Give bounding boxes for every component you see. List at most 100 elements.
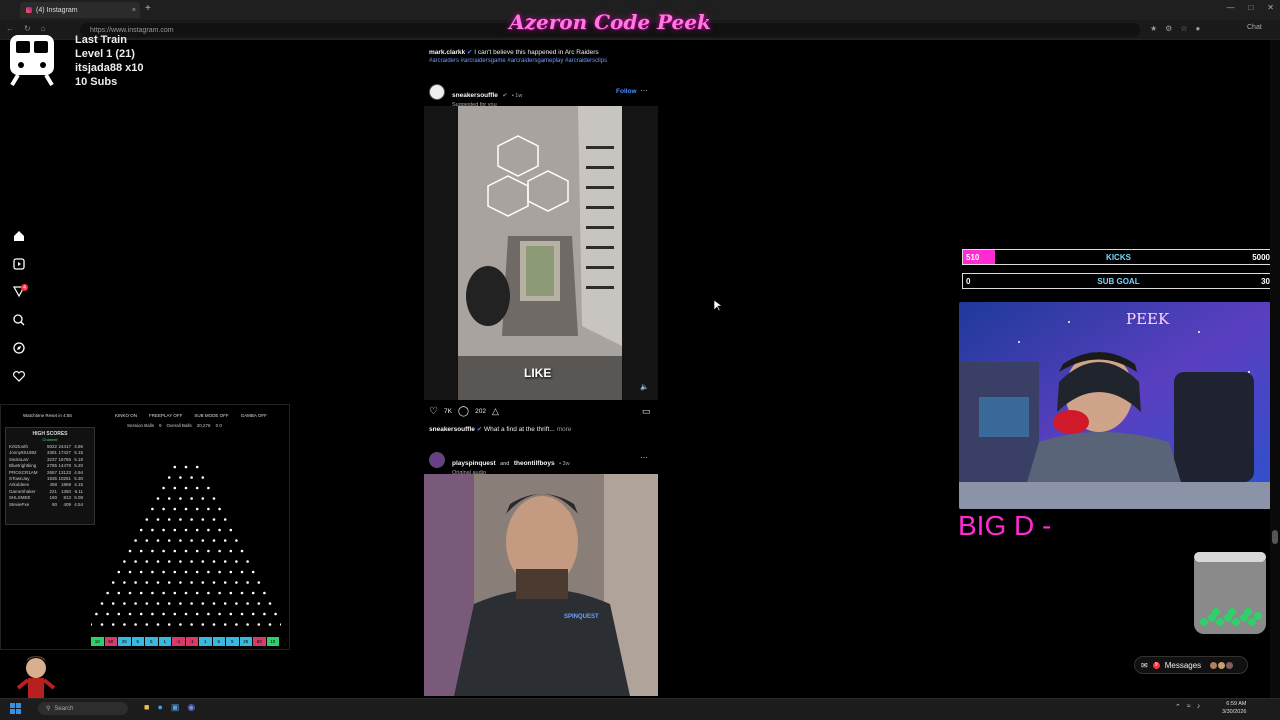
plinko-peg	[229, 549, 233, 553]
home-nav-icon[interactable]: ⌂	[41, 24, 46, 33]
plinko-peg	[184, 549, 188, 553]
post-username[interactable]: playspinquest	[452, 460, 496, 467]
like-icon[interactable]: ♡	[429, 406, 438, 417]
favorites-icon[interactable]: ☆	[1180, 24, 1187, 33]
plinko-peg	[162, 591, 165, 595]
heart-icon[interactable]	[12, 369, 26, 383]
more-options-icon[interactable]: ···	[640, 453, 648, 462]
discord-icon[interactable]: ◉	[187, 702, 195, 713]
plinko-peg	[223, 581, 227, 584]
avatar[interactable]	[429, 452, 445, 468]
close-window-icon[interactable]: ✕	[1267, 3, 1274, 12]
plinko-peg	[162, 507, 165, 511]
plinko-peg	[179, 518, 182, 521]
plinko-slot: 50	[253, 637, 266, 646]
star-icon[interactable]: ★	[1150, 24, 1157, 33]
tray-chevron-icon[interactable]: ⌃	[1175, 703, 1181, 711]
messages-button[interactable]: ✉ 9 Messages	[1134, 656, 1248, 674]
plinko-peg	[145, 560, 149, 563]
plinko-peg	[223, 560, 227, 563]
plinko-peg	[212, 539, 216, 542]
plinko-slot: 5	[212, 637, 225, 646]
overall-balls-label: Overall Balls	[166, 423, 192, 428]
scrollbar-thumb[interactable]	[1272, 530, 1278, 544]
plinko-peg	[207, 591, 210, 595]
save-icon[interactable]: ▭	[642, 406, 651, 417]
plinko-peg	[151, 549, 154, 553]
home-icon[interactable]	[12, 229, 26, 243]
plinko-slot: 50	[104, 637, 117, 646]
plinko-peg	[184, 465, 188, 469]
notifications-nav[interactable]: 4	[12, 284, 28, 300]
avatar[interactable]	[429, 84, 445, 100]
plinko-peg	[179, 560, 182, 563]
plinko-peg	[156, 518, 160, 521]
new-tab-button[interactable]: +	[145, 3, 151, 14]
plinko-peg	[207, 528, 210, 532]
chrome-icon[interactable]: ●	[157, 702, 162, 713]
post-media[interactable]: SPINQUEST	[424, 474, 658, 696]
page-scrollbar[interactable]	[1270, 40, 1280, 700]
file-explorer-icon[interactable]: ■	[144, 702, 149, 713]
follow-button[interactable]: Follow	[616, 88, 637, 95]
comment-icon[interactable]: ◯	[458, 406, 469, 417]
post-username[interactable]: mark.clarkk	[429, 49, 465, 56]
plinko-peg	[207, 612, 210, 616]
taskbar-clock[interactable]: 6:59 AM 3/30/2026	[1222, 700, 1246, 716]
caption-more-link[interactable]: more	[557, 426, 572, 433]
verified-icon: ✔	[502, 93, 508, 99]
plinko-peg	[184, 570, 188, 574]
post-hashtags[interactable]: #arcraiders #arcraidersgame #arcraidersg…	[429, 58, 607, 64]
plinko-peg	[184, 507, 188, 511]
plinko-slot: 25	[118, 637, 131, 646]
mascot-character-icon	[16, 656, 56, 698]
plinko-slot: 25	[239, 637, 252, 646]
profile-icon[interactable]: ●	[1196, 24, 1201, 33]
plinko-peg	[134, 602, 137, 605]
plinko-peg	[173, 570, 177, 574]
plinko-peg	[190, 518, 193, 521]
extensions-icon[interactable]: ⚙	[1165, 24, 1172, 33]
maximize-icon[interactable]: □	[1248, 3, 1253, 12]
chat-button[interactable]: Chat	[1247, 24, 1262, 31]
share-icon[interactable]: △	[492, 406, 499, 417]
tab-close-icon[interactable]: ×	[132, 7, 136, 14]
post-username[interactable]: sneakersouffle	[452, 92, 498, 99]
plinko-toggles: KINKO ON FREEPLAY OFF SUB MODE OFF GAMBA…	[115, 413, 267, 418]
caption-username[interactable]: sneakersouffle	[429, 426, 475, 433]
plinko-peg	[106, 612, 109, 616]
plinko-peg	[223, 539, 227, 542]
plinko-peg	[235, 602, 238, 605]
plinko-peg	[251, 612, 255, 616]
watchtime-reset: Watchtime Reset in 4:55	[23, 413, 72, 418]
mute-icon[interactable]: 🔈	[640, 383, 649, 391]
explore-icon[interactable]	[12, 341, 26, 355]
windows-start-icon[interactable]	[10, 703, 22, 715]
post-media[interactable]: LIKE 🔈	[424, 106, 658, 400]
plinko-peg	[190, 476, 193, 479]
webcam-image	[959, 302, 1280, 509]
search-icon[interactable]	[12, 313, 26, 327]
plinko-peg	[251, 591, 255, 595]
back-icon[interactable]: ←	[6, 24, 14, 33]
plinko-peg	[167, 518, 171, 521]
plinko-peg	[229, 570, 233, 574]
plinko-peg	[195, 528, 199, 532]
store-icon[interactable]: ▣	[171, 702, 180, 713]
minimize-icon[interactable]: —	[1226, 3, 1234, 12]
wifi-icon[interactable]: ≈	[1187, 703, 1191, 711]
plinko-peg	[162, 612, 165, 616]
plinko-peg	[156, 581, 160, 584]
plinko-peg	[173, 528, 177, 532]
plinko-peg	[251, 570, 255, 574]
reels-icon[interactable]	[12, 257, 26, 271]
taskbar-search[interactable]: ⚲ Search	[38, 702, 128, 715]
volume-icon[interactable]: ♪	[1197, 703, 1201, 711]
browser-tab-instagram[interactable]: (4) Instagram ×	[20, 2, 140, 18]
refresh-icon[interactable]: ↻	[24, 24, 31, 33]
messages-badge: 9	[1152, 661, 1160, 669]
post-username-2[interactable]: theontilfboys	[514, 460, 555, 467]
more-options-icon[interactable]: ···	[640, 86, 648, 95]
taskbar-search-placeholder: Search	[54, 705, 74, 712]
plinko-peg	[128, 612, 132, 616]
